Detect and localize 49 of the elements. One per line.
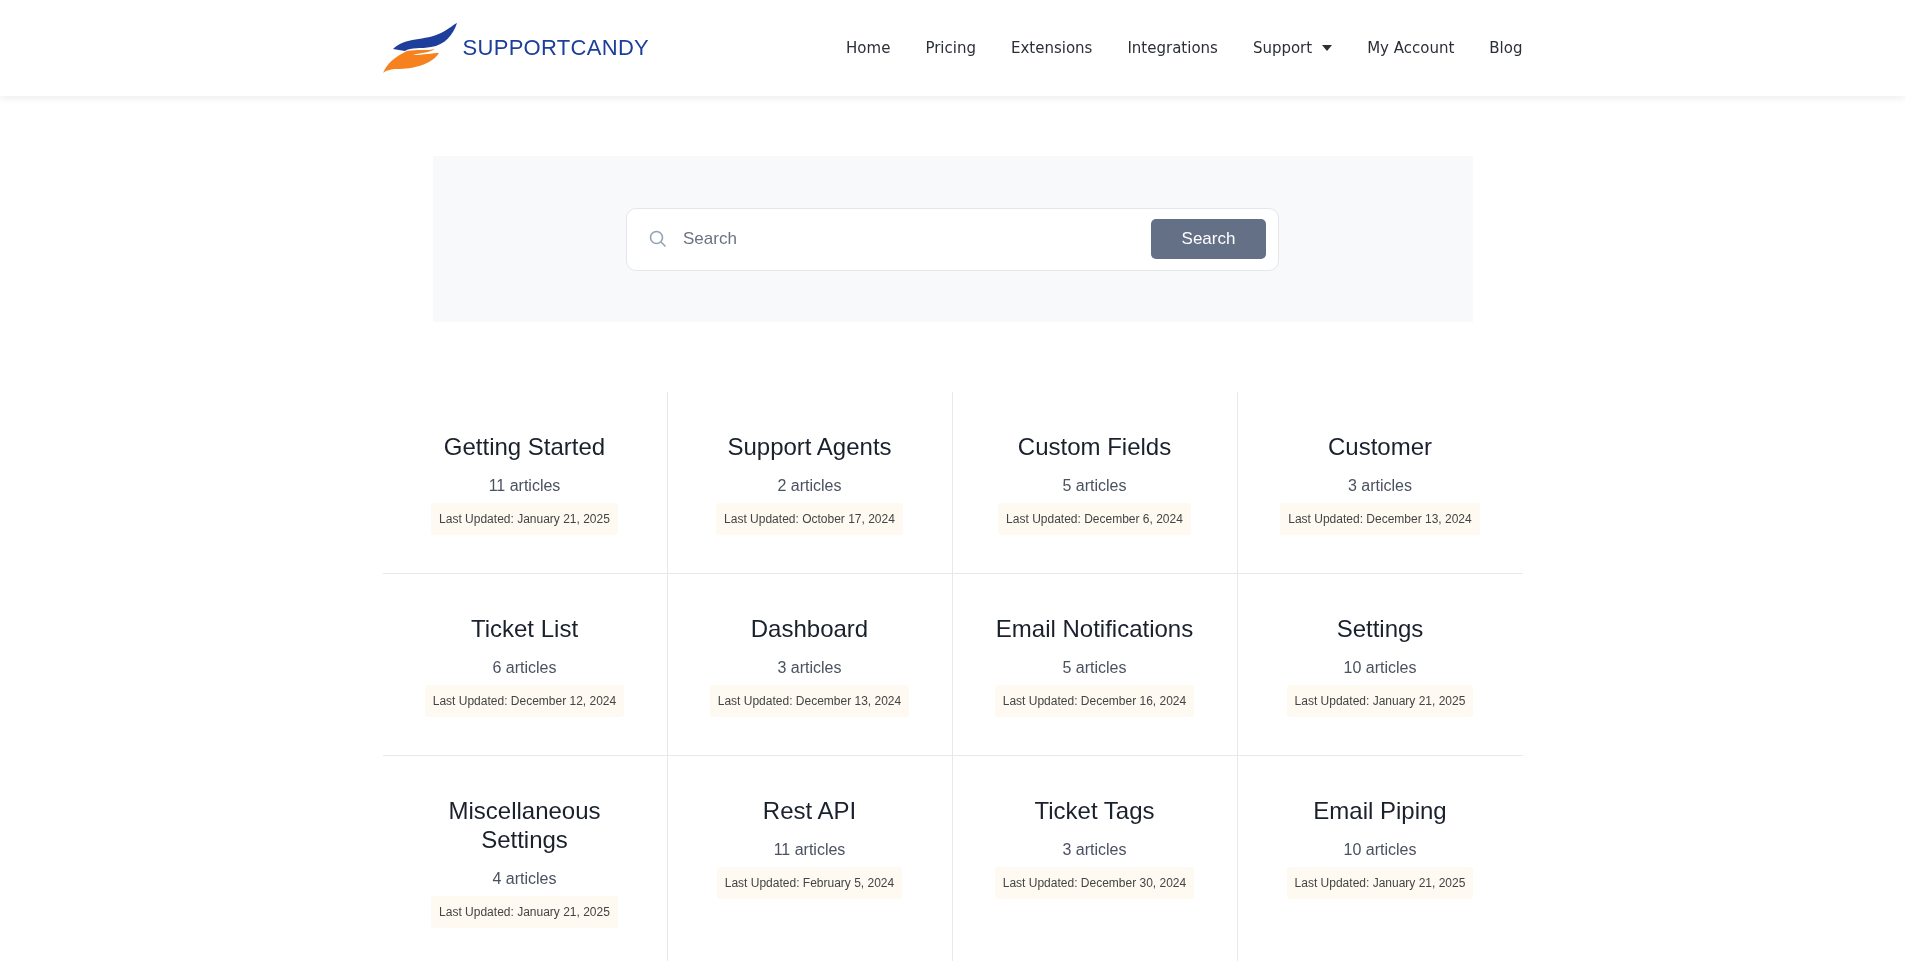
category-title[interactable]: Rest API [762, 796, 857, 825]
category-title[interactable]: Support Agents [727, 432, 892, 461]
last-updated-label: Last Updated: December 13, 2024 [709, 685, 910, 717]
last-updated-label: Last Updated: January 21, 2025 [1286, 867, 1474, 899]
last-updated-label: Last Updated: December 12, 2024 [424, 685, 625, 717]
category-title[interactable]: Custom Fields [1017, 432, 1172, 461]
article-count: 5 articles [1062, 659, 1127, 677]
article-count: 11 articles [488, 477, 561, 495]
category-title[interactable]: Email Piping [1313, 796, 1447, 825]
nav-link[interactable]: Integrations [1127, 39, 1218, 57]
article-count: 2 articles [777, 477, 842, 495]
brand-link[interactable]: SUPPORTCANDY [382, 23, 650, 73]
article-count: 3 articles [777, 659, 842, 677]
category-title[interactable]: Dashboard [750, 614, 869, 643]
nav-link[interactable]: My Account [1367, 39, 1455, 57]
last-updated-label: Last Updated: December 6, 2024 [998, 503, 1191, 535]
category-title[interactable]: Ticket Tags [1034, 796, 1155, 825]
nav-link[interactable]: Pricing [925, 39, 976, 57]
search-button[interactable]: Search [1151, 219, 1266, 259]
article-count: 6 articles [492, 659, 557, 677]
article-count: 3 articles [1062, 841, 1127, 859]
last-updated-label: Last Updated: February 5, 2024 [716, 867, 903, 899]
search-field[interactable]: Search Search [626, 207, 1279, 271]
nav-link[interactable]: Home [846, 39, 891, 57]
last-updated-label: Last Updated: December 13, 2024 [1280, 503, 1480, 535]
category-title[interactable]: Miscellaneous Settings [414, 796, 635, 854]
article-count: 11 articles [773, 841, 846, 859]
last-updated-label: Last Updated: December 30, 2024 [994, 867, 1195, 899]
last-updated-label: Last Updated: December 16, 2024 [994, 685, 1195, 717]
caret-icon [1322, 45, 1333, 51]
nav-link[interactable]: Extensions [1010, 39, 1093, 57]
article-count: 5 articles [1062, 477, 1127, 495]
search-icon [649, 230, 667, 248]
article-count: 10 articles [1343, 659, 1417, 677]
last-updated-label: Last Updated: January 21, 2025 [431, 503, 618, 535]
last-updated-label: Last Updated: October 17, 2024 [716, 503, 903, 535]
category-title[interactable]: Customer [1328, 432, 1432, 461]
article-count: 4 articles [492, 870, 557, 888]
category-title[interactable]: Getting Started [443, 432, 606, 461]
last-updated-label: Last Updated: January 21, 2025 [1286, 685, 1474, 717]
nav-link[interactable]: Blog [1489, 39, 1523, 57]
category-title[interactable]: Settings [1336, 614, 1424, 643]
category-title[interactable]: Ticket List [470, 614, 579, 643]
hands-logo-icon [382, 23, 457, 73]
article-count: 10 articles [1343, 841, 1417, 859]
category-title[interactable]: Email Notifications [995, 614, 1194, 643]
last-updated-label: Last Updated: January 21, 2025 [431, 896, 618, 928]
article-count: 3 articles [1348, 477, 1412, 495]
nav-link[interactable]: Support [1252, 39, 1333, 57]
